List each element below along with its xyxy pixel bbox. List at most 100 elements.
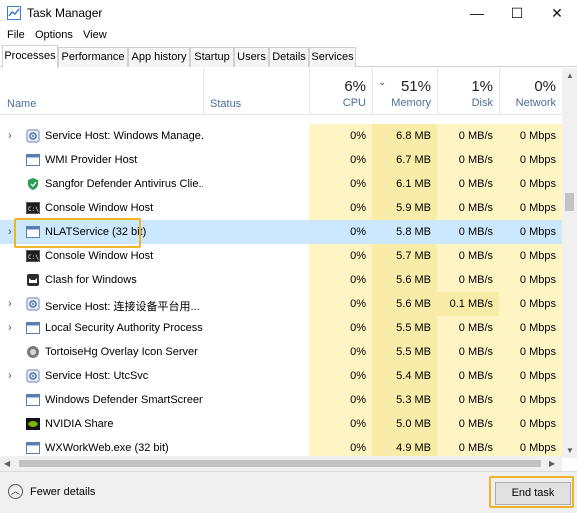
disk-value: 0 MB/s (437, 148, 499, 172)
disk-value: 0 MB/s (437, 220, 499, 244)
disk-value: 0 MB/s (437, 412, 499, 436)
chevron-right-icon[interactable]: › (8, 130, 18, 142)
maximize-button[interactable]: ☐ (497, 0, 537, 26)
menu-bar: File Options View (0, 26, 577, 46)
vertical-scroll-thumb[interactable] (565, 193, 574, 211)
horizontal-scroll-thumb[interactable] (19, 460, 541, 467)
chevron-right-icon[interactable]: › (8, 298, 18, 310)
cpu-value: 0% (309, 340, 372, 364)
cpu-value: 0% (309, 268, 372, 292)
table-row[interactable]: C:\ Console Window Host 0% 5.7 MB 0 MB/s 0 Mb… (0, 244, 562, 268)
table-row[interactable]: WXWorkWeb.exe (32 bit) 0% 4.9 MB 0 MB/s 0 Mb… (0, 436, 562, 456)
network-value: 0 Mbps (499, 292, 562, 316)
table-row[interactable]: C:\ Console Window Host 0% 5.9 MB 0 MB/s 0 Mb… (0, 196, 562, 220)
memory-value: 5.4 MB (372, 364, 437, 388)
menu-view[interactable]: View (83, 29, 107, 41)
cpu-value: 0% (309, 244, 372, 268)
sort-caret-icon: ⌄ (378, 77, 387, 88)
tab-details[interactable]: Details (269, 47, 309, 67)
svg-text:C:\: C:\ (28, 206, 39, 213)
chevron-up-icon[interactable]: ︿ (8, 484, 23, 499)
fewer-details-link[interactable]: Fewer details (30, 486, 95, 498)
process-name: Sangfor Defender Antivirus Clie... (45, 178, 203, 190)
memory-value: 5.7 MB (372, 244, 437, 268)
table-row[interactable]: › Local Security Authority Process... 0% 5.… (0, 316, 562, 340)
table-row[interactable]: Sangfor Defender Antivirus Clie... 0% 6.1 … (0, 172, 562, 196)
disk-value: 0 MB/s (437, 196, 499, 220)
process-name: Local Security Authority Process... (45, 322, 203, 334)
svg-text:C:\: C:\ (28, 254, 39, 261)
cpu-value: 0% (309, 364, 372, 388)
disk-value: 0 MB/s (437, 340, 499, 364)
column-disk-header[interactable]: 1% Disk (437, 68, 499, 114)
window-icon (26, 393, 40, 407)
close-button[interactable]: ✕ (537, 0, 577, 26)
cpu-label: CPU (342, 97, 366, 109)
menu-file[interactable]: File (7, 29, 25, 41)
task-manager-icon (7, 6, 21, 20)
network-label: Network (515, 97, 556, 109)
window-icon (26, 153, 40, 167)
tab-app-history[interactable]: App history (128, 47, 190, 67)
network-value: 0 Mbps (499, 268, 562, 292)
disk-value: 0 MB/s (437, 364, 499, 388)
network-value: 0 Mbps (499, 316, 562, 340)
disk-total: 1% (471, 78, 493, 95)
end-task-button[interactable]: End task (495, 482, 571, 505)
scroll-down-icon[interactable]: ▼ (566, 446, 574, 455)
network-value: 0 Mbps (499, 148, 562, 172)
table-row[interactable]: › NLATService (32 bit) 0% 5.8 MB 0 MB/s 0 Mbp… (0, 220, 562, 244)
console-icon: C:\ (26, 249, 40, 263)
gear-icon (26, 129, 40, 143)
chevron-right-icon[interactable]: › (8, 370, 18, 382)
minimize-button[interactable]: — (457, 0, 497, 26)
table-row[interactable]: › Service Host: Windows Manage... 0% 6.8 MB… (0, 124, 562, 148)
vertical-scrollbar[interactable]: ▲ ▼ (562, 68, 577, 458)
column-status-header[interactable]: Status (203, 68, 309, 114)
table-row[interactable]: TortoiseHg Overlay Icon Server 0% 5.5 MB 0 … (0, 340, 562, 364)
process-name: NVIDIA Share (45, 418, 114, 430)
footer-bar: ︿ Fewer details End task (0, 471, 577, 513)
console-icon: C:\ (26, 201, 40, 215)
column-memory-header[interactable]: ⌄ 51% Memory (372, 68, 437, 114)
memory-value: 6.7 MB (372, 148, 437, 172)
tab-processes[interactable]: Processes (2, 45, 58, 68)
table-row[interactable]: › Service Host: UtcSvc 0% 5.4 MB 0 MB/s 0 Mbp… (0, 364, 562, 388)
network-value: 0 Mbps (499, 220, 562, 244)
disk-value: 0 MB/s (437, 316, 499, 340)
scroll-up-icon[interactable]: ▲ (566, 71, 574, 80)
tab-startup[interactable]: Startup (190, 47, 234, 67)
tab-users[interactable]: Users (234, 47, 269, 67)
table-row[interactable]: Clash for Windows 0% 5.6 MB 0 MB/s 0 Mbps (0, 268, 562, 292)
column-cpu-header[interactable]: 6% CPU (309, 68, 372, 114)
column-header: Name Status 6% CPU ⌄ 51% Memory 1% Disk … (0, 68, 562, 115)
scroll-right-icon[interactable]: ▶ (549, 459, 555, 468)
table-row[interactable]: › Service Host: 连接设备平台用... 0% 5.6 MB 0.1 MB/… (0, 292, 562, 316)
horizontal-scrollbar[interactable]: ◀ ▶ (0, 456, 562, 471)
tab-performance[interactable]: Performance (58, 47, 128, 67)
menu-options[interactable]: Options (35, 29, 73, 41)
cpu-value: 0% (309, 436, 372, 456)
scroll-left-icon[interactable]: ◀ (4, 459, 10, 468)
process-name: Service Host: Windows Manage... (45, 130, 203, 142)
cpu-value: 0% (309, 316, 372, 340)
network-value: 0 Mbps (499, 412, 562, 436)
network-value: 0 Mbps (499, 388, 562, 412)
chevron-right-icon[interactable]: › (8, 226, 18, 238)
nvidia-icon (26, 417, 40, 431)
process-name: Console Window Host (45, 202, 154, 214)
column-name-header[interactable]: Name (7, 98, 36, 110)
column-network-header[interactable]: 0% Network (499, 68, 562, 114)
memory-label: Memory (391, 97, 431, 109)
disk-value: 0 MB/s (437, 244, 499, 268)
network-value: 0 Mbps (499, 196, 562, 220)
disk-value: 0 MB/s (437, 268, 499, 292)
chevron-right-icon[interactable]: › (8, 322, 18, 334)
cpu-total: 6% (344, 78, 366, 95)
network-total: 0% (534, 78, 556, 95)
table-row[interactable]: Windows Defender SmartScreen 0% 5.3 MB 0 MB… (0, 388, 562, 412)
tab-services[interactable]: Services (309, 47, 356, 67)
network-value: 0 Mbps (499, 436, 562, 456)
table-row[interactable]: WMI Provider Host 0% 6.7 MB 0 MB/s 0 Mbps (0, 148, 562, 172)
table-row[interactable]: NVIDIA Share 0% 5.0 MB 0 MB/s 0 Mbps (0, 412, 562, 436)
